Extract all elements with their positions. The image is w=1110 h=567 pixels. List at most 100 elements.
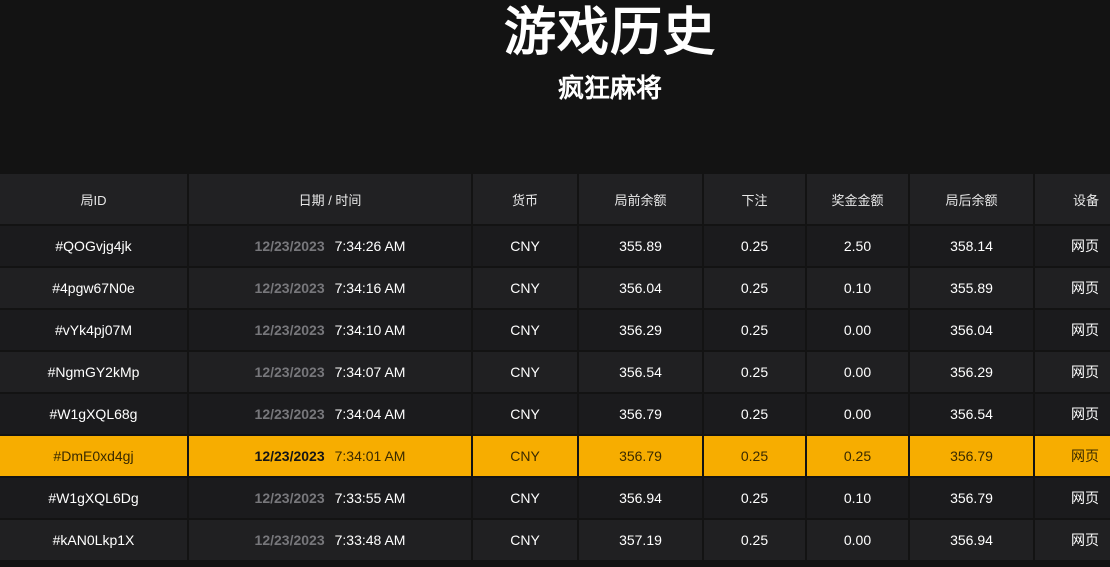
round-id-cell: #4pgw67N0e [0,267,189,310]
history-table-container[interactable]: 局ID 日期 / 时间 货币 局前余额 下注 奖金金额 局后余额 设备 #QOG… [0,174,1110,567]
date-text: 12/23/2023 [254,364,325,380]
bet-cell: 0.25 [703,351,807,394]
currency-cell: CNY [472,309,579,352]
win-amount-cell: 0.25 [806,435,910,478]
balance-after-cell: 356.94 [909,519,1035,562]
balance-before-cell: 356.94 [578,477,704,520]
round-id-cell: #kAN0Lkp1X [0,519,189,562]
device-cell: 网页 [1034,519,1110,562]
date-text: 12/23/2023 [254,406,325,422]
column-header-device: 设备 [1034,174,1110,226]
date-time-cell: 12/23/2023 7:34:10 AM [188,309,473,352]
bet-cell: 0.25 [703,435,807,478]
balance-before-cell: 356.79 [578,393,704,436]
currency-cell: CNY [472,351,579,394]
time-text: 7:34:16 AM [334,280,406,296]
win-amount-cell: 0.00 [806,519,910,562]
table-header: 局ID 日期 / 时间 货币 局前余额 下注 奖金金额 局后余额 设备 [0,174,1110,226]
balance-after-cell: 356.79 [909,435,1035,478]
date-text: 12/23/2023 [254,448,325,464]
win-amount-cell: 0.00 [806,309,910,352]
column-header-round-id: 局ID [0,174,189,226]
table-row[interactable]: #vYk4pj07M 12/23/2023 7:34:10 AM CNY 356.29 0… [0,309,1110,352]
balance-after-cell: 356.04 [909,309,1035,352]
win-amount-cell: 0.00 [806,351,910,394]
balance-before-cell: 355.89 [578,225,704,268]
currency-cell: CNY [472,267,579,310]
table-row[interactable]: #4pgw67N0e 12/23/2023 7:34:16 AM CNY 356.04 0… [0,267,1110,310]
balance-after-cell: 356.79 [909,477,1035,520]
device-cell: 网页 [1034,309,1110,352]
time-text: 7:34:10 AM [334,322,406,338]
balance-after-cell: 358.14 [909,225,1035,268]
device-cell: 网页 [1034,267,1110,310]
balance-before-cell: 356.29 [578,309,704,352]
table-row[interactable]: #DmE0xd4gj 12/23/2023 7:34:01 AM CNY 356.79 0… [0,435,1110,478]
device-cell: 网页 [1034,393,1110,436]
currency-cell: CNY [472,477,579,520]
round-id-cell: #vYk4pj07M [0,309,189,352]
round-id-cell: #W1gXQL6Dg [0,477,189,520]
bet-cell: 0.25 [703,393,807,436]
date-time-cell: 12/23/2023 7:34:01 AM [188,435,473,478]
device-cell: 网页 [1034,351,1110,394]
date-text: 12/23/2023 [254,532,325,548]
date-text: 12/23/2023 [254,490,325,506]
win-amount-cell: 0.10 [806,267,910,310]
balance-before-cell: 356.79 [578,435,704,478]
bet-cell: 0.25 [703,225,807,268]
win-amount-cell: 0.00 [806,393,910,436]
table-header-row: 局ID 日期 / 时间 货币 局前余额 下注 奖金金额 局后余额 设备 [0,174,1110,226]
table-row[interactable]: #W1gXQL6Dg 12/23/2023 7:33:55 AM CNY 356.94 0… [0,477,1110,520]
balance-after-cell: 356.54 [909,393,1035,436]
column-header-balance-before: 局前余额 [578,174,704,226]
time-text: 7:34:01 AM [334,448,406,464]
date-text: 12/23/2023 [254,238,325,254]
currency-cell: CNY [472,519,579,562]
time-text: 7:34:04 AM [334,406,406,422]
round-id-cell: #NgmGY2kMp [0,351,189,394]
page-title: 游戏历史 [503,3,716,63]
time-text: 7:34:07 AM [334,364,406,380]
date-time-cell: 12/23/2023 7:34:04 AM [188,393,473,436]
round-id-cell: #W1gXQL68g [0,393,189,436]
date-time-cell: 12/23/2023 7:33:55 AM [188,477,473,520]
balance-before-cell: 357.19 [578,519,704,562]
time-text: 7:33:55 AM [334,490,406,506]
balance-before-cell: 356.54 [578,351,704,394]
device-cell: 网页 [1034,225,1110,268]
date-time-cell: 12/23/2023 7:34:26 AM [188,225,473,268]
page-header: 游戏历史 疯狂麻将 [0,0,1110,174]
table-row[interactable]: #QOGvjg4jk 12/23/2023 7:34:26 AM CNY 355.89 0… [0,225,1110,268]
table-row[interactable]: #NgmGY2kMp 12/23/2023 7:34:07 AM CNY 356.54 0… [0,351,1110,394]
bet-cell: 0.25 [703,477,807,520]
time-text: 7:34:26 AM [334,238,406,254]
date-time-cell: 12/23/2023 7:33:48 AM [188,519,473,562]
device-cell: 网页 [1034,435,1110,478]
table-body: #QOGvjg4jk 12/23/2023 7:34:26 AM CNY 355.89 0… [0,225,1110,562]
bet-cell: 0.25 [703,309,807,352]
date-text: 12/23/2023 [254,280,325,296]
column-header-balance-after: 局后余额 [909,174,1035,226]
device-cell: 网页 [1034,477,1110,520]
column-header-bet: 下注 [703,174,807,226]
table-row[interactable]: #W1gXQL68g 12/23/2023 7:34:04 AM CNY 356.79 0… [0,393,1110,436]
bet-cell: 0.25 [703,519,807,562]
round-id-cell: #DmE0xd4gj [0,435,189,478]
balance-after-cell: 355.89 [909,267,1035,310]
column-header-date-time: 日期 / 时间 [188,174,473,226]
table-row[interactable]: #kAN0Lkp1X 12/23/2023 7:33:48 AM CNY 357.19 0… [0,519,1110,562]
currency-cell: CNY [472,225,579,268]
currency-cell: CNY [472,435,579,478]
column-header-win-amount: 奖金金额 [806,174,910,226]
win-amount-cell: 2.50 [806,225,910,268]
column-header-currency: 货币 [472,174,579,226]
date-time-cell: 12/23/2023 7:34:07 AM [188,351,473,394]
time-text: 7:33:48 AM [334,532,406,548]
date-time-cell: 12/23/2023 7:34:16 AM [188,267,473,310]
balance-before-cell: 356.04 [578,267,704,310]
bet-cell: 0.25 [703,267,807,310]
game-history-table: 局ID 日期 / 时间 货币 局前余额 下注 奖金金额 局后余额 设备 #QOG… [0,174,1110,562]
page-subtitle: 疯狂麻将 [557,74,662,104]
round-id-cell: #QOGvjg4jk [0,225,189,268]
